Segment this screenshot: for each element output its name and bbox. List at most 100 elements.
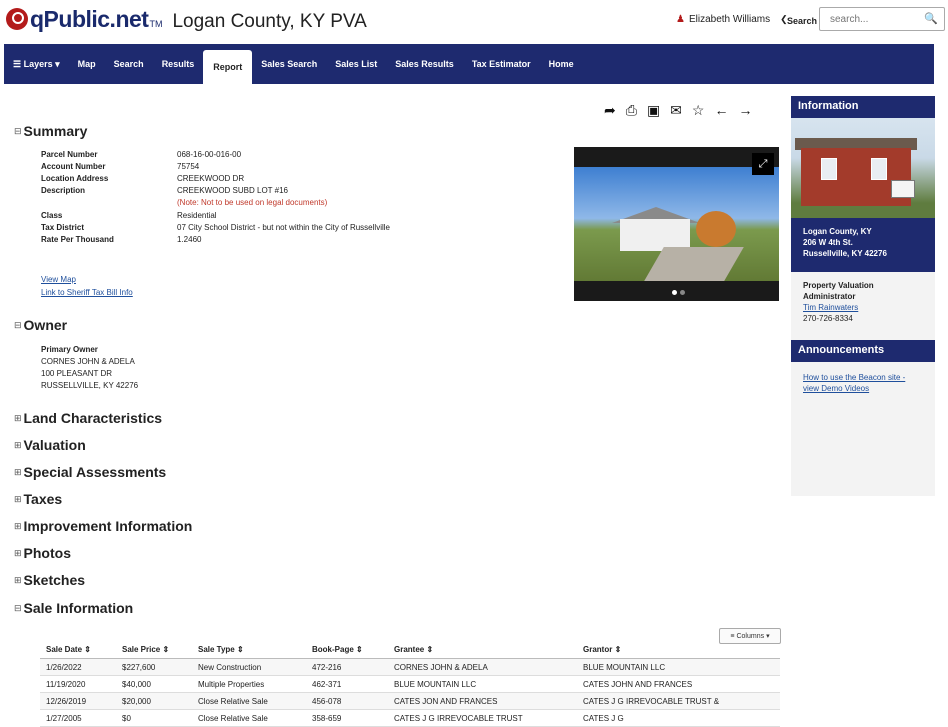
expand-icon[interactable]: ⤢ [752, 153, 774, 175]
nav-sales-list[interactable]: Sales List [326, 44, 386, 84]
user-menu[interactable]: ♟ Elizabeth Williams ❮ [676, 14, 788, 25]
section-title-text: Improvement Information [23, 518, 193, 534]
carousel-dot[interactable] [672, 290, 677, 295]
nav-tax-estimator[interactable]: Tax Estimator [463, 44, 540, 84]
cell: CATES JOHN AND FRANCES [577, 675, 780, 693]
field-label: Description [41, 186, 86, 195]
cell: CORNES JOHN & ADELA [388, 658, 577, 676]
cell: 11/19/2020 [40, 675, 116, 693]
search-input[interactable] [828, 12, 928, 26]
announcement-link[interactable]: How to use the Beacon site - view Demo V… [803, 373, 905, 393]
table-row: 12/26/2019 $20,000 Close Relative Sale 4… [40, 692, 780, 710]
cell: CATES J G IRREVOCABLE TRUST & [577, 692, 780, 710]
field-value: 75754 [177, 162, 200, 171]
cell: $20,000 [116, 692, 192, 710]
collapse-icon: ⊟ [14, 125, 22, 136]
field-label: Tax District [41, 223, 84, 232]
search-box[interactable]: 🔍 [819, 7, 945, 31]
image-icon[interactable]: ▣ [647, 102, 660, 119]
collapse-icon: ⊟ [14, 319, 22, 330]
administrator-info: Property Valuation Administrator Tim Rai… [791, 272, 935, 332]
columns-label: Columns [736, 632, 765, 640]
nav-home[interactable]: Home [540, 44, 583, 84]
section-title-text: Photos [23, 545, 71, 561]
arrow-right-icon[interactable]: → [738, 102, 752, 119]
nav-map[interactable]: Map [69, 44, 105, 84]
cell: 1/26/2022 [40, 658, 116, 676]
primary-owner-label: Primary Owner [41, 345, 98, 354]
cell: 462-371 [306, 675, 388, 693]
col-grantee[interactable]: Grantee ⇕ [388, 640, 577, 659]
cell: Close Relative Sale [192, 709, 306, 727]
col-sale-date[interactable]: Sale Date ⇕ [40, 640, 116, 659]
field-label: Class [41, 211, 63, 220]
office-photo [791, 118, 935, 218]
nav-layers[interactable]: ☰ Layers ▾ [4, 44, 69, 84]
nav-layers-label: Layers [23, 59, 53, 69]
section-photos[interactable]: ⊞ Photos [14, 545, 71, 561]
sales-table-area: Sale Date ⇕ Sale Price ⇕ Sale Type ⇕ Boo… [40, 640, 780, 727]
section-title-text: Valuation [23, 437, 86, 453]
section-taxes[interactable]: ⊞ Taxes [14, 491, 62, 507]
cell: 1/27/2005 [40, 709, 116, 727]
section-title-text: Sketches [23, 572, 86, 588]
field-value: 1.2460 [177, 235, 202, 244]
cell: 12/26/2019 [40, 692, 116, 710]
section-valuation[interactable]: ⊞ Valuation [14, 437, 86, 453]
col-sale-price[interactable]: Sale Price ⇕ [116, 640, 192, 659]
sheriff-tax-link[interactable]: Link to Sheriff Tax Bill Info [41, 288, 133, 297]
carousel-dot[interactable] [680, 290, 685, 295]
collapse-icon: ⊟ [14, 602, 22, 613]
section-special-assessments[interactable]: ⊞ Special Assessments [14, 464, 166, 480]
col-book-page[interactable]: Book-Page ⇕ [306, 640, 388, 659]
email-icon[interactable]: ✉ [670, 102, 682, 119]
search-icon[interactable]: 🔍 [924, 12, 938, 25]
star-icon[interactable]: ☆ [692, 102, 705, 119]
section-sale-information[interactable]: ⊟ Sale Information [14, 600, 133, 616]
qpublic-logo[interactable]: qPublic.net TM Logan County, KY PVA [6, 5, 367, 33]
expand-plus-icon: ⊞ [14, 439, 22, 450]
nav-results[interactable]: Results [153, 44, 204, 84]
search-link[interactable]: Search [787, 16, 817, 26]
expand-plus-icon: ⊞ [14, 412, 22, 423]
table-row: 1/27/2005 $0 Close Relative Sale 358-659… [40, 709, 780, 727]
col-sale-type[interactable]: Sale Type ⇕ [192, 640, 306, 659]
field-label: Location Address [41, 174, 109, 183]
sales-table: Sale Date ⇕ Sale Price ⇕ Sale Type ⇕ Boo… [40, 640, 780, 727]
section-improvement-information[interactable]: ⊞ Improvement Information [14, 518, 192, 534]
chevron-down-icon: ▾ [766, 633, 770, 640]
section-owner-title: Owner [23, 317, 68, 333]
section-sketches[interactable]: ⊞ Sketches [14, 572, 85, 588]
section-title-text: Special Assessments [23, 464, 167, 480]
expand-plus-icon: ⊞ [14, 547, 22, 558]
share-icon[interactable]: ➦ [604, 102, 616, 119]
chevron-down-icon: ▾ [55, 58, 60, 69]
view-map-link[interactable]: View Map [41, 275, 76, 284]
table-row: 11/19/2020 $40,000 Multiple Properties 4… [40, 675, 780, 693]
col-grantor[interactable]: Grantor ⇕ [577, 640, 780, 659]
nav-sales-search[interactable]: Sales Search [252, 44, 326, 84]
expand-plus-icon: ⊞ [14, 493, 22, 504]
columns-icon: ≡ [730, 632, 735, 640]
table-header-row: Sale Date ⇕ Sale Price ⇕ Sale Type ⇕ Boo… [40, 640, 780, 659]
admin-name-link[interactable]: Tim Rainwaters [803, 303, 858, 312]
office-line: Logan County, KY [803, 227, 872, 236]
field-label: Rate Per Thousand [41, 235, 114, 244]
section-owner[interactable]: ⊟ Owner [14, 317, 67, 333]
section-land-characteristics[interactable]: ⊞ Land Characteristics [14, 410, 162, 426]
nav-report[interactable]: Report [203, 50, 253, 84]
print-icon[interactable]: ⎙ [626, 102, 637, 119]
owner-line: RUSSELLVILLE, KY 42276 [41, 381, 139, 390]
owner-info: Primary Owner CORNES JOHN & ADELA 100 PL… [41, 344, 138, 392]
expand-plus-icon: ⊞ [14, 466, 22, 477]
user-icon: ♟ [676, 14, 685, 25]
expand-plus-icon: ⊞ [14, 574, 22, 585]
section-summary[interactable]: ⊟ Summary [14, 123, 87, 139]
property-photo-carousel[interactable]: ⤢ [574, 147, 779, 301]
owner-line: 100 PLEASANT DR [41, 369, 112, 378]
arrow-left-icon[interactable]: ← [714, 102, 728, 119]
cell: 472-216 [306, 658, 388, 676]
nav-sales-results[interactable]: Sales Results [386, 44, 463, 84]
field-value: 07 City School District - but not within… [177, 223, 390, 232]
nav-search[interactable]: Search [105, 44, 153, 84]
